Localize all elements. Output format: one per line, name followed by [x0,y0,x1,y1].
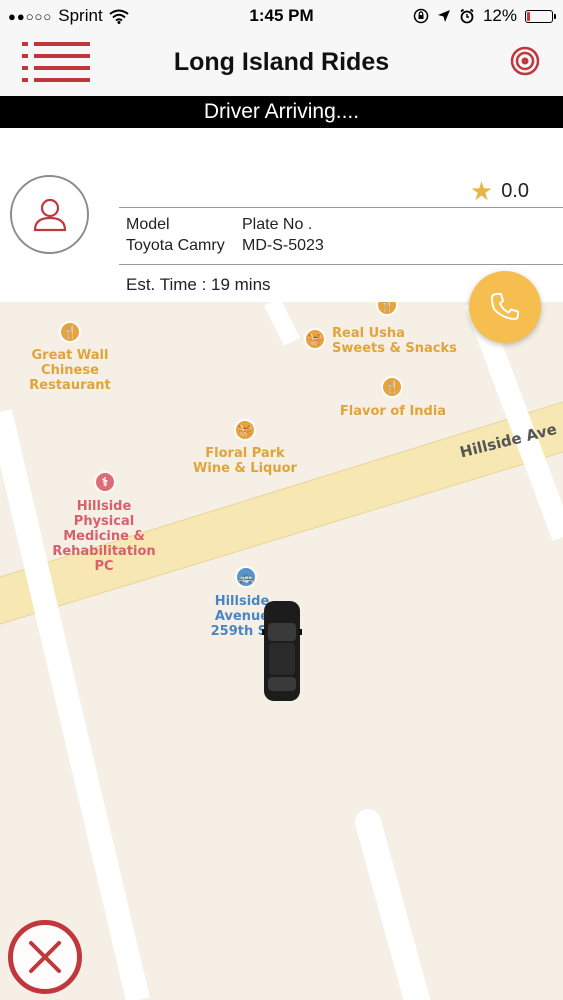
call-driver-button[interactable] [469,271,541,343]
locate-button[interactable] [509,45,541,77]
poi-flavor-of-india[interactable]: Flavor of India [337,404,449,419]
cancel-icon [29,941,61,973]
restaurant-icon[interactable]: 🍴 [59,321,81,343]
poi-floral-park[interactable]: Floral Park Wine & Liquor [190,446,300,476]
model-label: Model [126,216,170,233]
alarm-icon [460,8,474,24]
medical-icon[interactable]: ⚕ [94,471,116,493]
poi-great-wall[interactable]: Great Wall Chinese Restaurant [20,348,120,393]
driver-avatar [10,175,89,254]
star-icon: ★ [469,176,494,206]
status-right: 12% [413,6,556,26]
estimated-time: Est. Time : 19 mins [126,275,271,294]
phone-icon [491,293,519,320]
rating-value: 0.0 [501,179,529,202]
plate-label: Plate No . [242,216,313,233]
app-header: Long Island Rides [0,32,563,96]
orientation-lock-icon [413,8,429,24]
divider [119,207,563,208]
location-icon [437,10,450,22]
driver-info-panel: ★ 0.0 Model Plate No . Toyota Camry MD-S… [0,128,563,302]
battery-icon [525,9,556,23]
restaurant-icon[interactable]: 🍴 [381,376,403,398]
page-title: Long Island Rides [173,48,390,76]
battery-percent: 12% [482,6,517,25]
driver-arriving-banner: Driver Arriving.... [0,96,563,128]
target-icon [510,46,540,76]
plate-value: MD-S-5023 [242,237,324,254]
shopping-basket-icon[interactable]: 🧺 [234,419,256,441]
map-view[interactable]: 🍴 Great Wall Chinese Restaurant 🍴 🧺 Real U… [0,302,563,1000]
divider [119,264,563,265]
model-value: Toyota Camry [126,237,225,254]
driver-rating: ★ 0.0 [470,178,529,204]
bus-icon[interactable]: 🚌 [235,566,257,588]
poi-real-usha[interactable]: Real Usha Sweets & Snacks [332,326,462,356]
status-bar: ●●○○○ Sprint 1:45 PM 12% [0,0,563,32]
user-icon [33,198,66,231]
battery-level [527,11,530,21]
shopping-basket-icon[interactable]: 🧺 [304,328,326,350]
car-icon [262,601,302,701]
cancel-ride-button[interactable] [8,920,82,994]
poi-hillside-physical[interactable]: Hillside Physical Medicine & Rehabilitation… [48,499,160,574]
